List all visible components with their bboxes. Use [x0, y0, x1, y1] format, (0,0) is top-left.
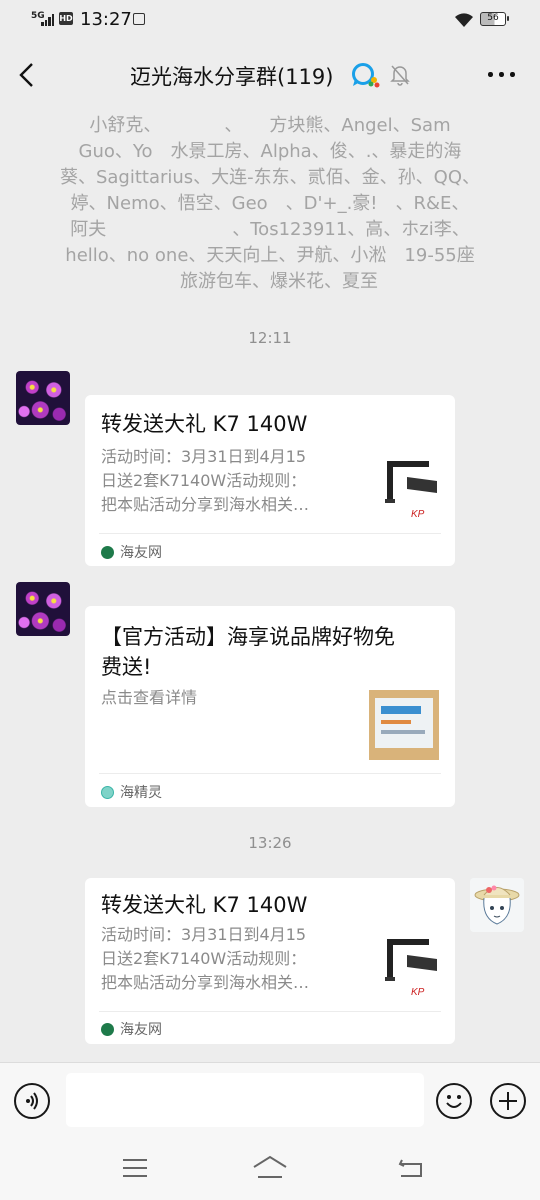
notification-app-icon: [133, 13, 145, 25]
card-source: 海友网: [101, 1019, 162, 1039]
source-icon: [101, 546, 114, 559]
member-line: hello、no one、天天向上、尹航、小淞 19-55座: [65, 245, 475, 266]
message-timestamp: 13:26: [248, 834, 292, 852]
system-nav-bar: [0, 1140, 540, 1200]
status-bar: 5G HD 13:27 56: [0, 0, 540, 40]
card-title: 转发送大礼 K7 140W: [101, 893, 308, 917]
member-line: Guo、Yo 水景工房、Alpha、俊、.、暴走的海: [78, 141, 462, 162]
card-description: 活动时间：3月31日到4月15 日送2套K7140W活动规则： 把本贴活动分享到…: [101, 445, 356, 517]
card-desc-line: 日送2套K7140W活动规则：: [101, 949, 307, 968]
card-desc-line: 把本贴活动分享到海水相关…: [101, 973, 310, 992]
source-icon: [101, 786, 114, 799]
card-desc-line: 日送2套K7140W活动规则：: [101, 471, 307, 490]
mute-bell-icon: [390, 65, 410, 86]
card-desc-line: 活动时间：3月31日到4月15: [101, 925, 307, 944]
card-description: 活动时间：3月31日到4月15 日送2套K7140W活动规则： 把本贴活动分享到…: [101, 923, 356, 995]
divider: [99, 773, 441, 774]
emoji-icon[interactable]: [436, 1083, 472, 1119]
link-card-message[interactable]: 【官方活动】海享说品牌好物免 费送! 点击查看详情 海精灵: [85, 606, 455, 807]
avatar[interactable]: [16, 371, 70, 425]
more-dots-icon[interactable]: [486, 62, 518, 86]
card-title-line: 【官方活动】海享说品牌好物免: [101, 625, 395, 649]
avatar[interactable]: [470, 878, 524, 932]
message-timestamp: 12:11: [248, 329, 292, 347]
member-line: 阿夫 、Tos123911、高、ホzi李、: [70, 219, 470, 240]
svg-text:KP: KP: [411, 987, 425, 998]
member-line: 小舒克、 、 方块熊、Angel、Sam: [89, 115, 451, 136]
card-desc-line: 点击查看详情: [101, 688, 198, 707]
signal-icon: [41, 14, 55, 26]
card-title: 【官方活动】海享说品牌好物免 费送!: [101, 622, 441, 682]
card-desc-line: 活动时间：3月31日到4月15: [101, 447, 307, 466]
wifi-icon: [455, 13, 473, 27]
link-card-message[interactable]: 转发送大礼 K7 140W 活动时间：3月31日到4月15 日送2套K7140W…: [85, 878, 455, 1044]
plus-icon[interactable]: [490, 1083, 526, 1119]
card-source: 海友网: [101, 542, 162, 562]
chat-title[interactable]: 迈光海水分享群(119): [130, 61, 333, 91]
voice-input-icon[interactable]: [14, 1083, 50, 1119]
source-label: 海友网: [120, 545, 162, 561]
home-icon[interactable]: [252, 1155, 288, 1181]
back-nav-icon[interactable]: [397, 1156, 425, 1180]
chat-header: 迈光海水分享群(119): [0, 40, 540, 110]
product-thumbnail: [369, 690, 439, 760]
divider: [99, 1011, 441, 1012]
member-line: 婷、Nemo、悟空、Geo 、D'+_.豪! 、R&E、: [70, 193, 470, 214]
card-desc-line: 把本贴活动分享到海水相关…: [101, 495, 310, 514]
member-line: 葵、Sagittarius、大连-东东、贰佰、金、孙、QQ、: [59, 167, 481, 188]
card-title: 转发送大礼 K7 140W: [101, 412, 308, 436]
svg-text:KP: KP: [411, 509, 425, 520]
source-label: 海精灵: [120, 785, 162, 801]
message-input[interactable]: [66, 1073, 424, 1127]
source-icon: [101, 1023, 114, 1036]
clock: 13:27: [80, 9, 132, 30]
hd-badge: HD: [59, 12, 73, 25]
divider: [99, 533, 441, 534]
back-arrow-icon[interactable]: [14, 60, 42, 90]
avatar[interactable]: [16, 582, 70, 636]
card-title-line: 费送!: [101, 655, 152, 679]
card-source: 海精灵: [101, 782, 162, 802]
group-chat-icon: [352, 63, 380, 88]
link-card-message[interactable]: 转发送大礼 K7 140W 活动时间：3月31日到4月15 日送2套K7140W…: [85, 395, 455, 566]
member-list-system-message: 小舒克、 、 方块熊、Angel、Sam Guo、Yo 水景工房、Alpha、俊…: [40, 113, 500, 295]
member-line: 旅游包车、爆米花、夏至: [162, 271, 378, 292]
product-thumbnail: KP: [373, 455, 443, 525]
battery-icon: 56: [480, 12, 509, 26]
source-label: 海友网: [120, 1022, 162, 1038]
product-thumbnail: KP: [373, 933, 443, 1003]
menu-icon[interactable]: [121, 1157, 149, 1179]
chat-input-bar: [0, 1062, 540, 1141]
card-description: 点击查看详情: [101, 686, 356, 710]
